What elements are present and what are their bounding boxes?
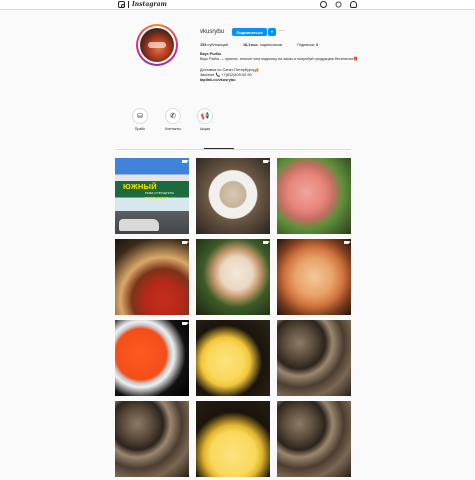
instagram-logo[interactable]: Instagram [118,0,167,9]
highlight-price[interactable]: ⛁ Прайс [129,108,151,131]
car-shape [119,219,159,231]
post-lemon[interactable] [196,401,270,477]
explore-icon[interactable] [320,1,327,8]
post-shop-front[interactable]: ЮЖНЫЙ РЫБА И ПРОДУКТЫ ПИВКО И КОФЕ [115,158,189,234]
post-plate[interactable] [196,158,270,234]
bio-link[interactable]: taplink.cc/vkusrybu [200,78,360,83]
instagram-icon [118,1,125,8]
video-icon [263,241,270,244]
profile-stats: 153 публикаций 18,1тыс. подписчиков Подп… [200,43,333,47]
post-salmon[interactable] [277,158,351,234]
logo-divider [128,1,129,8]
shop-sign-subtext-2: ПИВКО И КОФЕ [145,196,169,200]
post-fish-slices[interactable] [196,239,270,315]
posts-stat: 153 публикаций [200,43,229,47]
video-icon [263,160,270,163]
following-stat[interactable]: Подписки: 3 [297,43,318,47]
coins-icon: ⛁ [134,110,146,122]
highlight-contacts[interactable]: ✆ Контакты [162,108,184,131]
video-icon [182,241,189,244]
profile-avatar[interactable] [136,24,178,66]
profile-bio: Вкус Рыбы Вкус Рыбы — пряное, плохое чем… [200,52,360,83]
logo-text: Instagram [132,1,167,8]
avatar-image [140,28,174,62]
profile-icon[interactable] [350,1,357,8]
whatsapp-icon: ✆ [167,110,179,122]
more-options-button[interactable]: ··· [279,28,285,34]
post-clams-2[interactable] [115,401,189,477]
post-fish-tomato[interactable] [115,239,189,315]
highlight-label: Акции [199,127,211,131]
bio-description: Вкус Рыбы — пряное, плохое чем подписку … [200,57,358,62]
shop-sign-subtext: РЫБА И ПРОДУКТЫ [145,191,174,195]
heart-icon[interactable] [334,0,343,9]
shop-sign-text: ЮЖНЫЙ [123,182,157,191]
tabs-divider [116,149,351,150]
followers-stat[interactable]: 18,1тыс. подписчиков [243,43,282,47]
post-pizza[interactable] [277,239,351,315]
highlight-promotions[interactable]: 📢 Акции [194,108,216,131]
profile-username: vkusrybu [200,29,225,35]
nav-icons [320,0,357,9]
video-icon [182,322,189,325]
post-clams[interactable] [277,320,351,396]
post-caviar[interactable] [115,320,189,396]
subscribe-button[interactable]: Подписаться [232,28,267,36]
post-clams-3[interactable] [277,401,351,477]
posts-grid: ЮЖНЫЙ РЫБА И ПРОДУКТЫ ПИВКО И КОФЕ [115,158,351,477]
suggestions-dropdown-button[interactable] [268,28,276,36]
highlight-label: Контакты [165,127,181,131]
tab-posts[interactable] [204,148,234,149]
video-icon [182,160,189,163]
post-lemon-clams[interactable] [196,320,270,396]
top-navigation-bar: Instagram [0,0,475,10]
video-icon [344,241,351,244]
highlight-label: Прайс [134,127,146,131]
megaphone-icon: 📢 [199,110,211,122]
